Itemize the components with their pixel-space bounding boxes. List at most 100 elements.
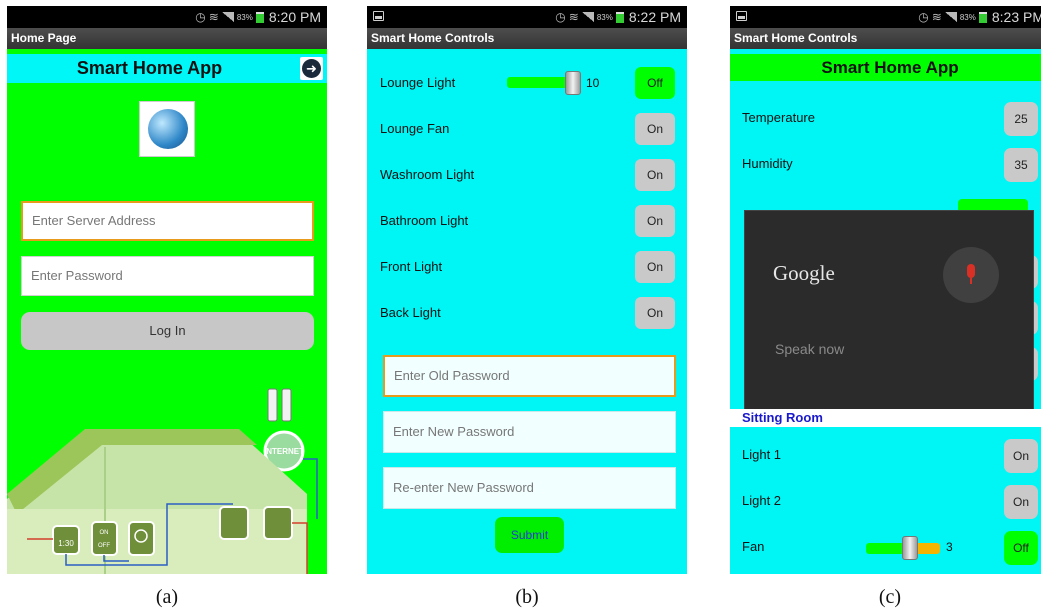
- window-title: Smart Home Controls: [730, 28, 1041, 49]
- temperature-value[interactable]: 25: [1004, 102, 1038, 136]
- caption-c: (c): [878, 586, 902, 608]
- password-input[interactable]: Enter Password: [21, 256, 314, 296]
- back-light-toggle[interactable]: On: [635, 297, 675, 329]
- sensor-label: Humidity: [742, 156, 793, 171]
- notification-icon: [736, 11, 747, 21]
- control-row: Bathroom Light On: [367, 198, 687, 244]
- caption-b: (b): [515, 586, 539, 608]
- front-light-toggle[interactable]: On: [635, 251, 675, 283]
- switch-device-icon: [91, 521, 118, 556]
- alarm-icon: ◷: [918, 10, 929, 24]
- phone-controls: ◷ ≋ 83% 8:22 PM Smart Home Controls Loun…: [367, 6, 687, 574]
- status-icons: ◷ ≋ 83% 8:20 PM: [195, 9, 321, 25]
- wifi-icon: ≋: [208, 10, 219, 24]
- switch-on-label: ON: [100, 530, 109, 536]
- clock: 8:22 PM: [628, 9, 681, 25]
- slider-thumb[interactable]: [902, 536, 918, 560]
- section-title: Sitting Room: [742, 410, 823, 425]
- sensor-label: Temperature: [742, 110, 815, 125]
- old-password-input[interactable]: Enter Old Password: [383, 355, 676, 397]
- caption-a: (a): [155, 586, 179, 608]
- signal-icon: [581, 12, 594, 22]
- status-bar: ◷ ≋ 83% 8:23 PM: [730, 6, 1041, 28]
- app-header: Smart Home App ➜: [7, 54, 327, 83]
- bulb-device-icon: [128, 521, 155, 556]
- phone-voice-control: ◷ ≋ 83% 8:23 PM Smart Home Controls Smar…: [730, 6, 1041, 574]
- window-device-icon: [219, 506, 249, 540]
- fan-device-icon: [263, 506, 293, 540]
- notification-icon: [373, 11, 384, 21]
- control-label: Front Light: [380, 259, 443, 274]
- control-row: Lounge Fan On: [367, 106, 687, 152]
- lounge-light-dimmer[interactable]: [507, 71, 581, 95]
- control-label: Light 1: [742, 447, 782, 462]
- alarm-icon: ◷: [555, 10, 566, 24]
- control-label: Washroom Light: [380, 167, 475, 182]
- internet-label: INTERNET: [264, 447, 304, 456]
- section-header: Sitting Room: [730, 409, 1041, 427]
- fan-toggle[interactable]: Off: [1004, 531, 1038, 565]
- smart-home-illustration: INTERNET 1:30 ON OFF: [7, 388, 318, 574]
- signal-icon: [944, 12, 957, 22]
- signal-icon: [221, 12, 234, 22]
- lounge-light-toggle[interactable]: Off: [635, 67, 675, 99]
- status-bar: ◷ ≋ 83% 8:22 PM: [367, 6, 687, 28]
- control-label: Fan: [742, 539, 765, 554]
- fan-speed-slider[interactable]: [866, 536, 940, 560]
- control-row: Washroom Light On: [367, 152, 687, 198]
- control-row: Back Light On: [367, 290, 687, 336]
- fan-row: Fan 3 Off: [730, 524, 1041, 570]
- microphone-stand: [970, 278, 972, 284]
- home-screen: Smart Home App ➜ Enter Server Address En…: [7, 49, 327, 574]
- slider-thumb[interactable]: [565, 71, 581, 95]
- control-label: Lounge Light: [380, 75, 456, 90]
- fan-speed-value: 3: [946, 540, 953, 554]
- control-row: Light 2 On: [730, 478, 1041, 524]
- microphone-icon: [967, 264, 975, 278]
- figure: ◷ ≋ 83% 8:20 PM Home Page Smart Home App…: [0, 0, 1041, 614]
- google-voice-dialog[interactable]: Google Speak now: [744, 210, 1034, 410]
- control-label: Light 2: [742, 493, 782, 508]
- bathroom-light-toggle[interactable]: On: [635, 205, 675, 237]
- submit-button[interactable]: Submit: [495, 517, 564, 553]
- humidity-value[interactable]: 35: [1004, 148, 1038, 182]
- status-icons: ◷ ≋ 83% 8:23 PM: [918, 9, 1041, 25]
- window-title: Smart Home Controls: [367, 28, 687, 49]
- new-password-input[interactable]: Enter New Password: [383, 411, 676, 453]
- dimmer-value: 10: [586, 76, 600, 90]
- control-row: Front Light On: [367, 244, 687, 290]
- microphone-button[interactable]: [943, 247, 999, 303]
- controls-screen: Lounge Light 10 Off Lounge Fan On Washro…: [367, 49, 687, 574]
- switch-off-label: OFF: [98, 543, 110, 549]
- clock: 8:20 PM: [268, 9, 321, 25]
- battery-percent: 83%: [959, 12, 976, 22]
- phone-device-icon: [267, 388, 278, 422]
- control-row: Light 1 On: [730, 432, 1041, 478]
- server-address-input[interactable]: Enter Server Address: [21, 201, 314, 241]
- battery-percent: 83%: [236, 12, 253, 22]
- forward-arrow-icon: ➜: [302, 59, 321, 78]
- google-brand: Google: [773, 261, 835, 285]
- washroom-light-toggle[interactable]: On: [635, 159, 675, 191]
- light-1-toggle[interactable]: On: [1004, 439, 1038, 473]
- window-title: Home Page: [7, 28, 327, 49]
- battery-icon: [978, 11, 987, 23]
- speak-now-prompt: Speak now: [775, 341, 845, 357]
- battery-icon: [255, 11, 264, 23]
- status-icons: ◷ ≋ 83% 8:22 PM: [555, 9, 681, 25]
- status-bar: ◷ ≋ 83% 8:20 PM: [7, 6, 327, 28]
- phone-device-icon: [281, 388, 292, 422]
- app-title: Smart Home App: [730, 54, 1041, 81]
- control-label: Lounge Fan: [380, 121, 450, 136]
- lounge-fan-toggle[interactable]: On: [635, 113, 675, 145]
- login-button[interactable]: Log In: [21, 312, 314, 350]
- globe-logo-icon: [148, 109, 188, 149]
- battery-percent: 83%: [596, 12, 613, 22]
- lounge-light-row: Lounge Light 10 Off: [367, 60, 687, 106]
- reenter-password-input[interactable]: Re-enter New Password: [383, 467, 676, 509]
- wifi-icon: ≋: [568, 10, 579, 24]
- light-2-toggle[interactable]: On: [1004, 485, 1038, 519]
- next-button[interactable]: ➜: [300, 57, 323, 80]
- voice-screen: Smart Home App Temperature 25 Humidity 3…: [730, 49, 1041, 574]
- app-title: Smart Home App: [76, 58, 223, 78]
